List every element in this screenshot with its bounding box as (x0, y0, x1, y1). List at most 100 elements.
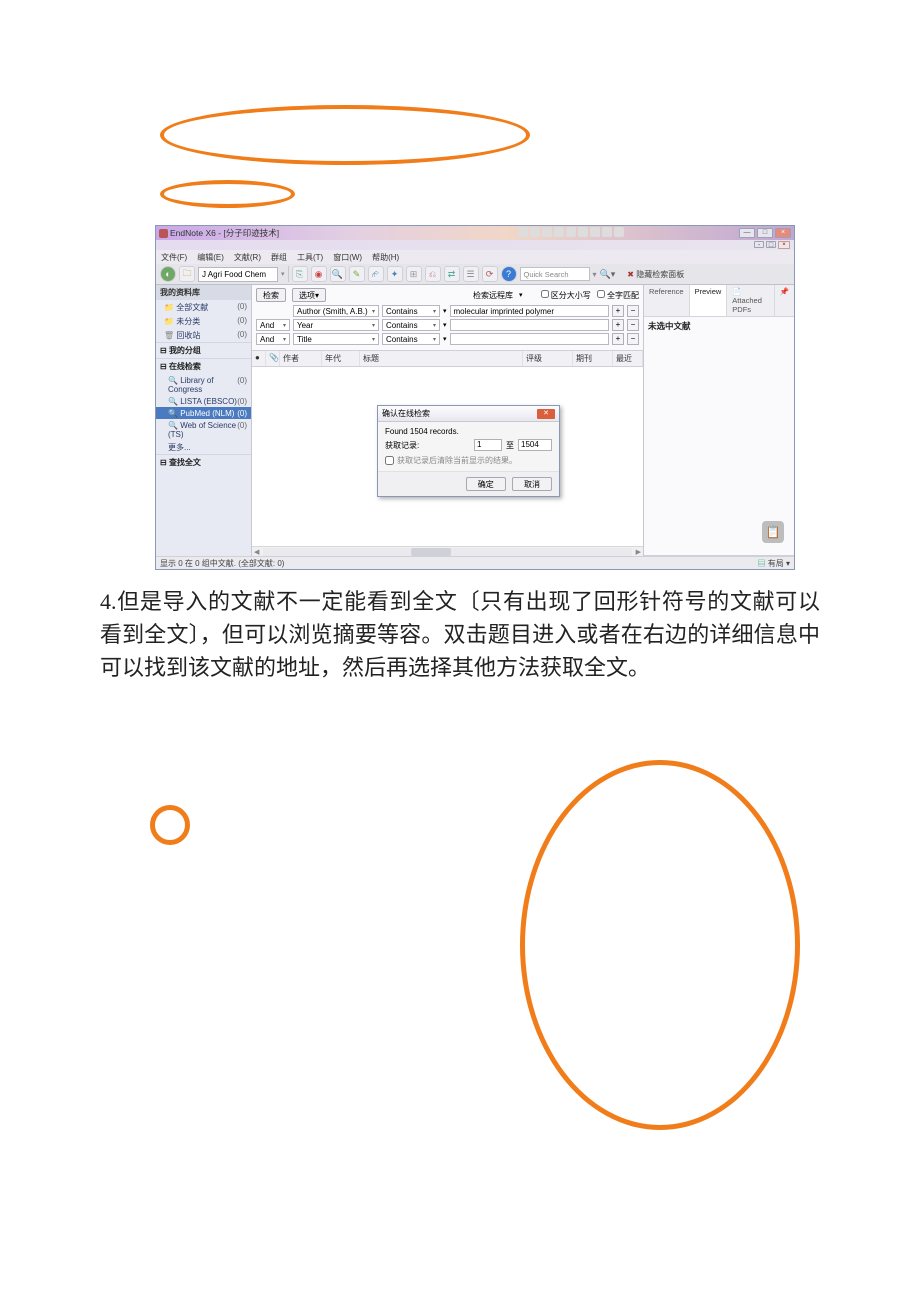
scrollbar-thumb[interactable] (411, 548, 451, 556)
tray-icon[interactable] (590, 227, 600, 237)
dialog-close-button[interactable]: ✕ (537, 409, 555, 419)
tray-icon[interactable] (554, 227, 564, 237)
tab-preview[interactable]: Preview (690, 285, 728, 316)
tb-icon-10[interactable]: ☰ (463, 266, 479, 282)
maximize-button[interactable]: □ (757, 228, 773, 238)
sidebar-item-lista[interactable]: 🔍 LISTA (EBSCO) (0) (156, 395, 251, 407)
tb-icon-5[interactable]: ⮳ (368, 266, 384, 282)
remove-row-button[interactable]: − (627, 333, 639, 345)
op-select[interactable]: Contains (382, 319, 440, 331)
field-select[interactable]: Title (293, 333, 379, 345)
op-select[interactable]: Contains (382, 305, 440, 317)
search-value-input[interactable]: molecular imprinted polymer (450, 305, 609, 317)
col-title[interactable]: 标题 (360, 351, 523, 366)
tray-icon[interactable] (518, 227, 528, 237)
options-button[interactable]: 选项 ▾ (292, 288, 326, 302)
remove-row-button[interactable]: − (627, 319, 639, 331)
tab-reference[interactable]: Reference (644, 285, 690, 316)
case-checkbox[interactable]: 区分大小写 (541, 290, 591, 301)
menu-group[interactable]: 群组 (271, 252, 287, 263)
close-button[interactable]: × (775, 228, 791, 238)
sidebar-item-unfiled[interactable]: 📁 未分类 (0) (156, 314, 251, 328)
tb-icon-7[interactable]: ⊞ (406, 266, 422, 282)
add-row-button[interactable]: + (612, 319, 624, 331)
col-rating[interactable]: 评级 (523, 351, 573, 366)
clear-checkbox[interactable]: 获取记录后清除当前显示的结果。 (385, 455, 552, 466)
search-value-input[interactable] (450, 333, 609, 345)
status-right: ▤ 有局 ▾ (758, 558, 790, 569)
search-value-input[interactable] (450, 319, 609, 331)
dialog-titlebar: 确认在线检索 ✕ (378, 406, 559, 422)
folder-icon[interactable]: 🗀 (179, 266, 195, 282)
right-body: 未选中文献 📋 (644, 317, 794, 555)
tb-icon-6[interactable]: ✦ (387, 266, 403, 282)
sidebar-group-online[interactable]: ⊟ 在线检索 (156, 358, 251, 374)
sidebar-item-more[interactable]: 更多... (156, 440, 251, 454)
sidebar-group-mygroups[interactable]: ⊟ 我的分组 (156, 342, 251, 358)
menu-ref[interactable]: 文献(R) (234, 252, 261, 263)
search-row: And Year Contains ▾ + − (256, 319, 639, 331)
sidebar-item-all[interactable]: 📁 全部文献 (0) (156, 300, 251, 314)
tb-icon-11[interactable]: ⟳ (482, 266, 498, 282)
pin-icon[interactable]: 📌 (775, 285, 794, 316)
menu-window[interactable]: 窗口(W) (333, 252, 362, 263)
col-read[interactable]: ● (252, 351, 266, 366)
mdi-min[interactable]: - (754, 241, 764, 248)
sidebar-item-pubmed[interactable]: 🔍 PubMed (NLM) (0) (156, 407, 251, 419)
endnote-window: EndNote X6 - [分子印迹技术] — □ × - □ × 文件(F) (155, 225, 795, 570)
sidebar-item-wos[interactable]: 🔍 Web of Science (TS) (0) (156, 419, 251, 440)
tb-icon-4[interactable]: ✎ (349, 266, 365, 282)
tray-icon[interactable] (530, 227, 540, 237)
search-icon[interactable]: 🔍 (330, 266, 346, 282)
field-select[interactable]: Author (Smith, A.B.) (293, 305, 379, 317)
hide-panel-link[interactable]: ✖ 隐藏检索面板 (627, 269, 684, 280)
sidebar-group-findft[interactable]: ⊟ 查找全文 (156, 454, 251, 470)
menu-edit[interactable]: 编辑(E) (197, 252, 224, 263)
sidebar-item-trash[interactable]: 🗑 回收站 (0) (156, 328, 251, 342)
bool-select[interactable]: And (256, 319, 290, 331)
field-select[interactable]: Year (293, 319, 379, 331)
tb-icon-8[interactable]: ⎌ (425, 266, 441, 282)
status-left: 显示 0 在 0 组中文献. (全部文献: 0) (160, 558, 284, 569)
tray-icon[interactable] (578, 227, 588, 237)
add-row-button[interactable]: + (612, 333, 624, 345)
col-attach[interactable]: 📎 (266, 351, 280, 366)
menu-tools[interactable]: 工具(T) (297, 252, 323, 263)
col-journal[interactable]: 期刊 (573, 351, 613, 366)
sidebar-item-label: 🔍 PubMed (NLM) (168, 409, 234, 418)
search-button[interactable]: 检索 (256, 288, 286, 302)
mdi-close[interactable]: × (778, 241, 790, 249)
menu-file[interactable]: 文件(F) (161, 252, 187, 263)
col-author[interactable]: 作者 (280, 351, 322, 366)
style-select[interactable]: J Agri Food Chem (198, 267, 278, 282)
tb-icon-1[interactable]: ⎘ (292, 266, 308, 282)
horizontal-scrollbar[interactable]: ◀ ▶ (252, 546, 643, 556)
col-last[interactable]: 最近 (613, 351, 643, 366)
tray-icon[interactable] (542, 227, 552, 237)
word-checkbox[interactable]: 全字匹配 (597, 290, 639, 301)
quick-search-input[interactable]: Quick Search (520, 267, 590, 281)
from-input[interactable]: 1 (474, 439, 502, 451)
bool-select[interactable]: And (256, 333, 290, 345)
tab-pdf[interactable]: 📄Attached PDFs (727, 285, 774, 316)
tray-icon[interactable] (602, 227, 612, 237)
tb-icon-9[interactable]: ⇄ (444, 266, 460, 282)
mdi-max[interactable]: □ (766, 241, 776, 248)
menu-help[interactable]: 帮助(H) (372, 252, 399, 263)
op-select[interactable]: Contains (382, 333, 440, 345)
tray-icon[interactable] (614, 227, 624, 237)
globe-icon[interactable]: ◐ (160, 266, 176, 282)
to-input[interactable]: 1504 (518, 439, 552, 451)
sidebar-item-loc[interactable]: 🔍 Library of Congress (0) (156, 374, 251, 395)
ok-button[interactable]: 确定 (466, 477, 506, 491)
sidebar-item-count: (0) (237, 421, 247, 439)
add-row-button[interactable]: + (612, 305, 624, 317)
tb-icon-2[interactable]: ◉ (311, 266, 327, 282)
tray-icon[interactable] (566, 227, 576, 237)
help-icon[interactable]: ? (501, 266, 517, 282)
remove-row-button[interactable]: − (627, 305, 639, 317)
cancel-button[interactable]: 取消 (512, 477, 552, 491)
minimize-button[interactable]: — (739, 228, 755, 238)
col-year[interactable]: 年代 (322, 351, 360, 366)
list-header: ● 📎 作者 年代 标题 评级 期刊 最近 (252, 351, 643, 367)
